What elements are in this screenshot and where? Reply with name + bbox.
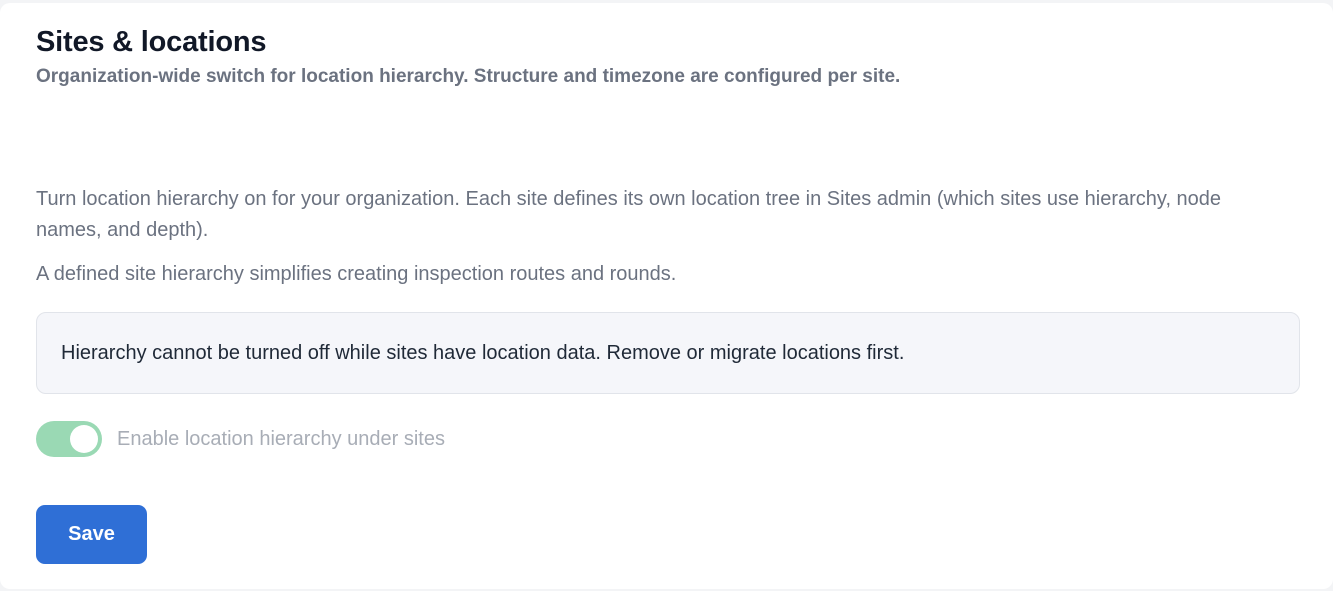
- toggle-knob: [70, 425, 98, 453]
- hierarchy-note: A defined site hierarchy simplifies crea…: [36, 263, 677, 285]
- hierarchy-toggle-label: Enable location hierarchy under sites: [117, 427, 445, 450]
- info-notice: Hierarchy cannot be turned off while sit…: [36, 312, 1300, 394]
- hierarchy-description: Turn location hierarchy on for your orga…: [36, 188, 1222, 241]
- page-subtitle: Organization-wide switch for location hi…: [36, 66, 901, 87]
- notice-text: Hierarchy cannot be turned off while sit…: [61, 342, 905, 364]
- hierarchy-toggle-row: Enable location hierarchy under sites: [36, 421, 445, 457]
- page-title: Sites & locations: [36, 26, 267, 58]
- hierarchy-toggle-switch[interactable]: [36, 421, 102, 457]
- save-button[interactable]: Save: [36, 505, 147, 564]
- settings-card: Sites & locations Organization-wide swit…: [0, 3, 1333, 589]
